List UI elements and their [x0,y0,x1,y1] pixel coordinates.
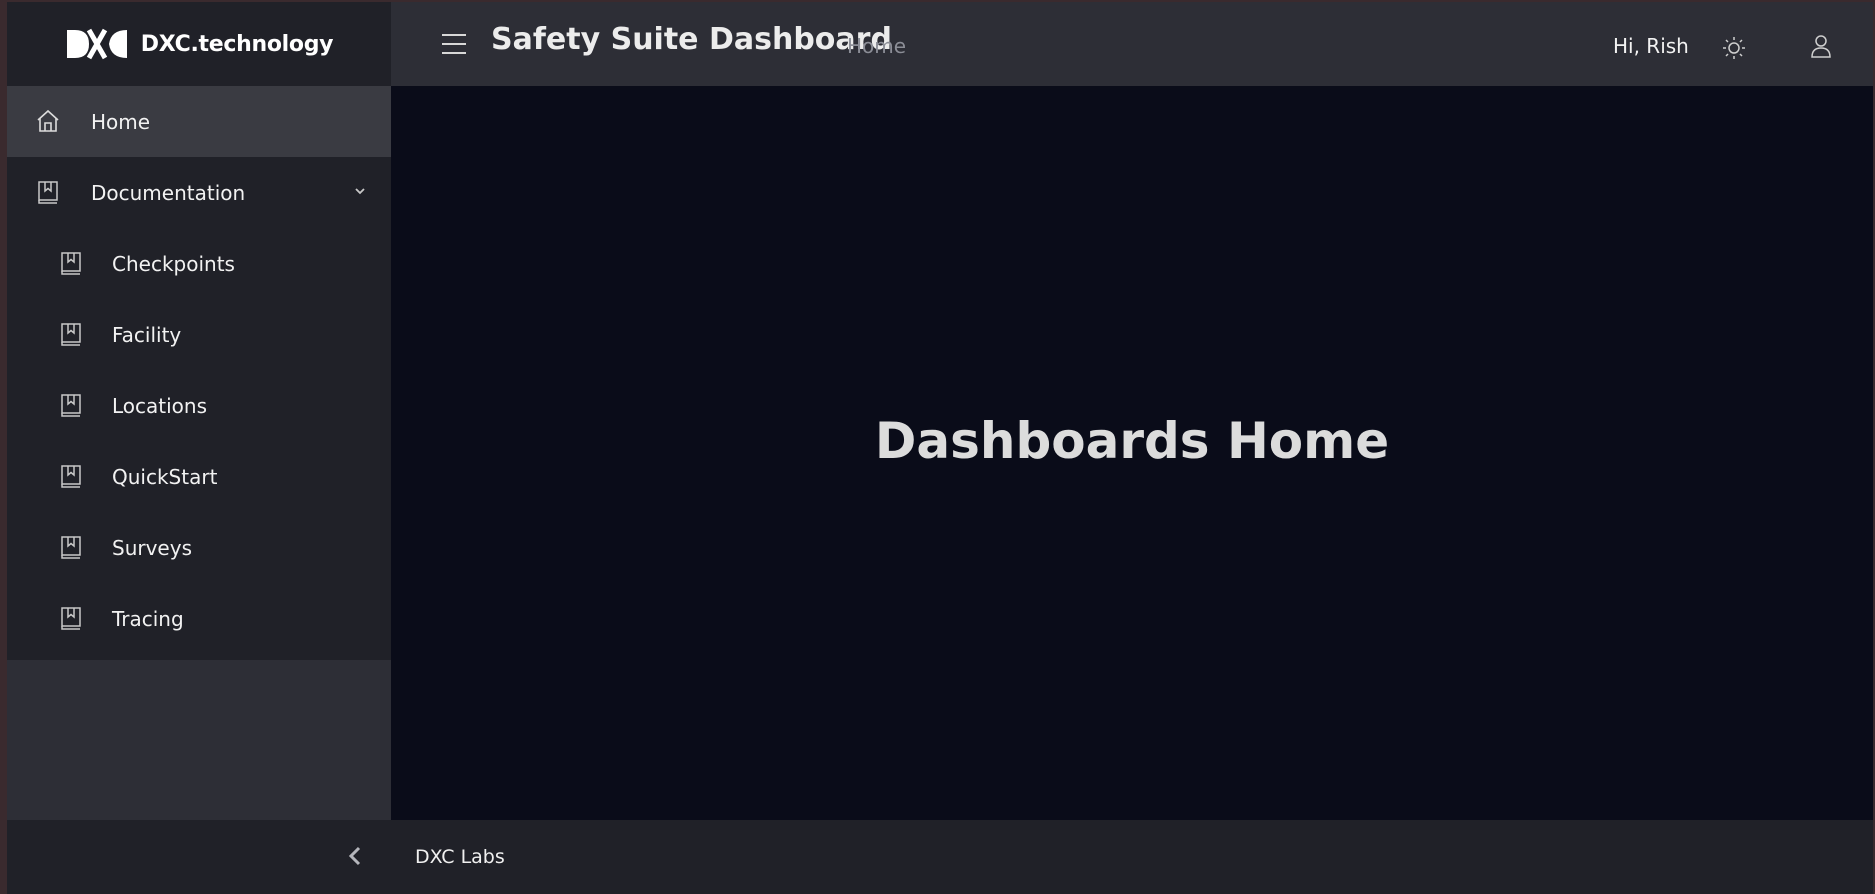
page-title: Dashboards Home [874,412,1390,470]
sidebar-item-label: Documentation [91,180,246,205]
sidebar-item-quickstart[interactable]: QuickStart [7,441,391,512]
book-icon [58,321,84,347]
book-icon [35,179,61,205]
sidebar-item-facility[interactable]: Facility [7,299,391,370]
sidebar-item-label: Locations [112,393,208,418]
footer-text: DXC Labs [415,846,505,868]
user-icon[interactable] [1809,33,1833,59]
sidebar-item-tracing[interactable]: Tracing [7,583,391,654]
brand-name: DXC.technology [140,31,334,57]
sidebar-item-label: Facility [112,322,182,347]
sidebar-item-surveys[interactable]: Surveys [7,512,391,583]
logo-bar: DXC.technology [7,2,391,86]
breadcrumb[interactable]: Home [847,34,906,58]
book-icon [58,250,84,276]
book-icon [58,463,84,489]
chevron-left-icon[interactable] [341,842,369,870]
dxc-logo-icon [65,28,129,60]
sidebar-item-home[interactable]: Home [7,86,391,157]
page-footer: DXC Labs [391,820,1873,894]
user-greeting: Hi, Rish [1613,34,1689,58]
brand-logo[interactable]: DXC.technology [65,28,334,60]
sidebar-item-checkpoints[interactable]: Checkpoints [7,228,391,299]
book-icon [58,605,84,631]
sidebar-item-documentation[interactable]: Documentation [7,157,391,228]
hamburger-menu-icon[interactable] [439,30,469,58]
app-window: DXC.technology Home Documentation Checkp… [7,2,1873,894]
sidebar-item-locations[interactable]: Locations [7,370,391,441]
sidebar-item-label: Home [91,109,151,134]
top-header: Safety Suite Dashboard Home Hi, Rish [391,2,1873,86]
book-icon [58,392,84,418]
main-content: Dashboards Home [391,86,1873,820]
sidebar-item-label: Tracing [112,606,184,631]
sidebar: DXC.technology Home Documentation Checkp… [7,2,391,894]
home-icon [35,108,61,134]
chevron-down-icon[interactable] [352,183,368,199]
sidebar-item-label: Surveys [112,535,192,560]
sidebar-nav: Home Documentation Checkpoints Facility … [7,86,391,660]
sun-icon[interactable] [1721,35,1747,61]
sidebar-item-label: QuickStart [112,464,218,489]
sidebar-item-label: Checkpoints [112,251,235,276]
book-icon [58,534,84,560]
sidebar-footer [7,820,391,894]
app-title: Safety Suite Dashboard [491,22,892,57]
